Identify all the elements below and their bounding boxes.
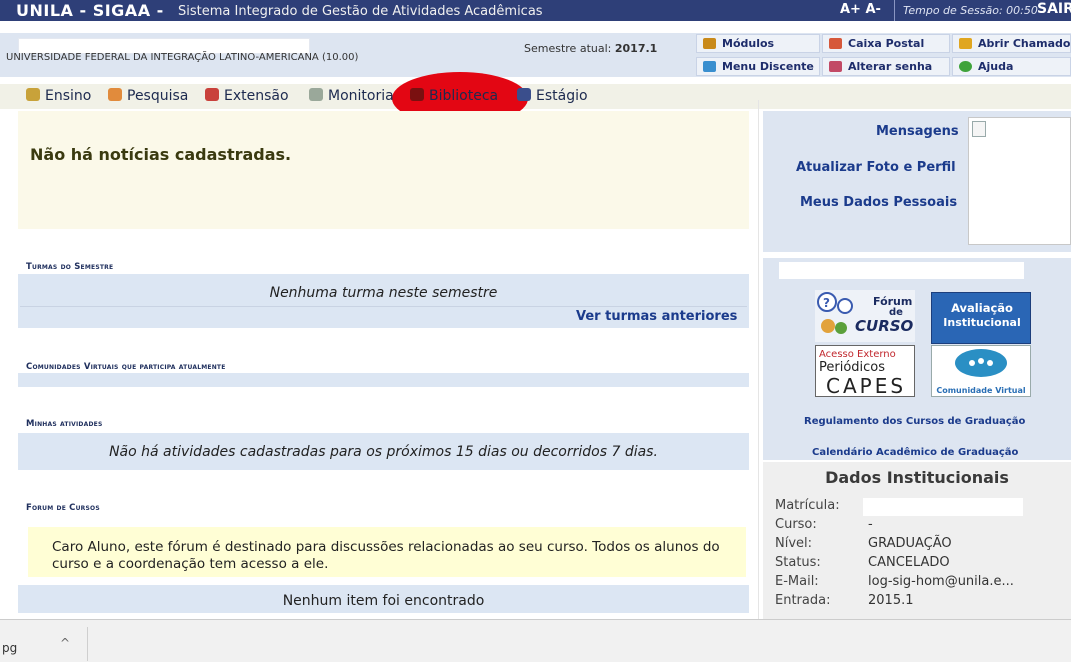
- capes-line2: Periódicos: [819, 360, 886, 375]
- menu-item-label: Estágio: [536, 88, 588, 104]
- app-title: UNILA - SIGAA -: [16, 1, 164, 20]
- ajuda-label: Ajuda: [978, 60, 1014, 73]
- menu-item-label: Biblioteca: [429, 88, 499, 104]
- menu-item-label: Monitoria: [328, 88, 394, 104]
- comunidades-section-title: Comunidades Virtuais que participa atual…: [26, 362, 226, 372]
- capes-line1: Acesso Externo: [819, 349, 896, 360]
- modulos-button[interactable]: Módulos: [696, 34, 820, 53]
- menu-item-label: Extensão: [224, 88, 289, 104]
- menu-item-label: Pesquisa: [127, 88, 189, 104]
- matricula-value-field: [863, 498, 1023, 516]
- download-item-name[interactable]: pg: [2, 641, 17, 655]
- estagio-icon: [517, 88, 531, 101]
- curso-label: Curso:: [775, 517, 817, 532]
- regulamento-link[interactable]: Regulamento dos Cursos de Graduação: [804, 416, 1025, 427]
- news-panel: [18, 111, 749, 229]
- modules-icon: [703, 38, 716, 49]
- column-divider: [758, 100, 759, 620]
- menu-item-pesquisa[interactable]: Pesquisa: [108, 86, 188, 106]
- alterar-senha-label: Alterar senha: [848, 60, 933, 73]
- comunidades-band: [18, 373, 749, 387]
- menu-item-extensao[interactable]: Extensão: [205, 86, 289, 106]
- avaliacao-line2: Institucional: [943, 316, 1021, 329]
- entrada-label: Entrada:: [775, 593, 831, 608]
- pesquisa-icon: [108, 88, 122, 101]
- capes-line3: CAPES: [826, 374, 907, 397]
- atividades-section-title: Minhas atividades: [26, 419, 103, 429]
- forum-section-title: Forum de Cursos: [26, 503, 100, 513]
- chat-bubble-icon: [955, 349, 1007, 377]
- user-key-icon: [829, 61, 842, 72]
- dados-title: Dados Institucionais: [825, 468, 1009, 487]
- status-label: Status:: [775, 555, 821, 570]
- menu-item-biblioteca[interactable]: Biblioteca: [410, 86, 498, 106]
- caixa-postal-button[interactable]: Caixa Postal: [822, 34, 950, 53]
- top-bar: UNILA - SIGAA - Sistema Integrado de Ges…: [0, 0, 1071, 21]
- abrir-chamado-button[interactable]: Abrir Chamado: [952, 34, 1071, 53]
- forum-info-text: Caro Aluno, este fórum é destinado para …: [52, 539, 720, 572]
- calendario-link[interactable]: Calendário Acadêmico de Graduação: [812, 447, 1018, 458]
- menu-item-label: Ensino: [45, 88, 92, 104]
- nivel-label: Nível:: [775, 536, 813, 551]
- meus-dados-link[interactable]: Meus Dados Pessoais: [800, 195, 957, 210]
- comunidade-virtual-banner[interactable]: Comunidade Virtual: [931, 345, 1031, 397]
- menu-item-estagio[interactable]: Estágio: [517, 86, 588, 106]
- no-atividades-message: Não há atividades cadastradas para os pr…: [109, 444, 658, 460]
- turmas-divider: [20, 306, 747, 307]
- ensino-icon: [26, 88, 40, 101]
- broken-image-icon: [972, 121, 986, 137]
- semester-value: 2017.1: [614, 42, 658, 55]
- download-bar: [0, 620, 1071, 662]
- alterar-senha-button[interactable]: Alterar senha: [822, 57, 950, 76]
- forum-banner-line3: CURSO: [855, 317, 914, 335]
- monitoria-icon: [309, 88, 323, 101]
- profile-photo: [968, 117, 1071, 245]
- student-menu-icon: [703, 61, 716, 72]
- font-size-controls[interactable]: A+ A-: [840, 0, 881, 19]
- no-news-message: Não há notícias cadastradas.: [30, 145, 292, 164]
- help-icon: [959, 61, 972, 72]
- extensao-icon: [205, 88, 219, 101]
- svg-text:?: ?: [823, 296, 830, 310]
- menu-discente-button[interactable]: Menu Discente: [696, 57, 820, 76]
- app-subtitle: Sistema Integrado de Gestão de Atividade…: [178, 4, 543, 19]
- semester-label: Semestre atual:: [524, 42, 612, 55]
- menu-discente-label: Menu Discente: [722, 60, 814, 73]
- ticket-icon: [959, 38, 972, 49]
- university-name: UNIVERSIDADE FEDERAL DA INTEGRAÇÃO LATIN…: [6, 52, 359, 63]
- ver-turmas-anteriores-link[interactable]: Ver turmas anteriores: [576, 309, 737, 324]
- nivel-value: GRADUAÇÃO: [868, 536, 952, 551]
- mensagens-link[interactable]: Mensagens: [876, 124, 959, 139]
- avaliacao-line1: Avaliação: [951, 301, 1013, 315]
- abrir-chamado-label: Abrir Chamado: [978, 37, 1071, 50]
- status-value: CANCELADO: [868, 555, 950, 570]
- no-forum-items: Nenhum item foi encontrado: [282, 593, 485, 609]
- current-semester: Semestre atual: 2017.1: [524, 42, 657, 55]
- shortcuts-blank-field: [779, 262, 1024, 279]
- entrada-value: 2015.1: [868, 593, 914, 608]
- caixa-postal-label: Caixa Postal: [848, 37, 925, 50]
- download-separator: [87, 627, 88, 661]
- email-value: log-sig-hom@unila.e...: [868, 574, 1014, 589]
- modulos-label: Módulos: [722, 37, 775, 50]
- atualizar-foto-link[interactable]: Atualizar Foto e Perfil: [796, 160, 956, 175]
- mailbox-icon: [829, 38, 842, 49]
- turmas-section-title: Turmas do Semestre: [26, 262, 114, 272]
- comunidade-label: Comunidade Virtual: [936, 386, 1026, 395]
- menu-item-monitoria[interactable]: Monitoria: [309, 86, 394, 106]
- chevron-up-icon[interactable]: ^: [60, 636, 70, 650]
- curso-value: -: [868, 517, 873, 532]
- ajuda-button[interactable]: Ajuda: [952, 57, 1071, 76]
- avaliacao-institucional-banner[interactable]: Avaliação Institucional: [931, 292, 1031, 344]
- email-label: E-Mail:: [775, 574, 819, 589]
- capes-periodicos-banner[interactable]: Acesso Externo Periódicos CAPES: [815, 345, 915, 397]
- matricula-label: Matrícula:: [775, 498, 840, 513]
- logout-button[interactable]: SAIR: [1037, 0, 1071, 19]
- forum-curso-banner[interactable]: ? Fórum de CURSO: [815, 290, 915, 342]
- biblioteca-icon: [410, 88, 424, 101]
- menu-item-ensino[interactable]: Ensino: [26, 86, 91, 106]
- session-timer: Tempo de Sessão: 00:50: [894, 0, 1038, 21]
- no-turmas-message: Nenhuma turma neste semestre: [269, 285, 498, 301]
